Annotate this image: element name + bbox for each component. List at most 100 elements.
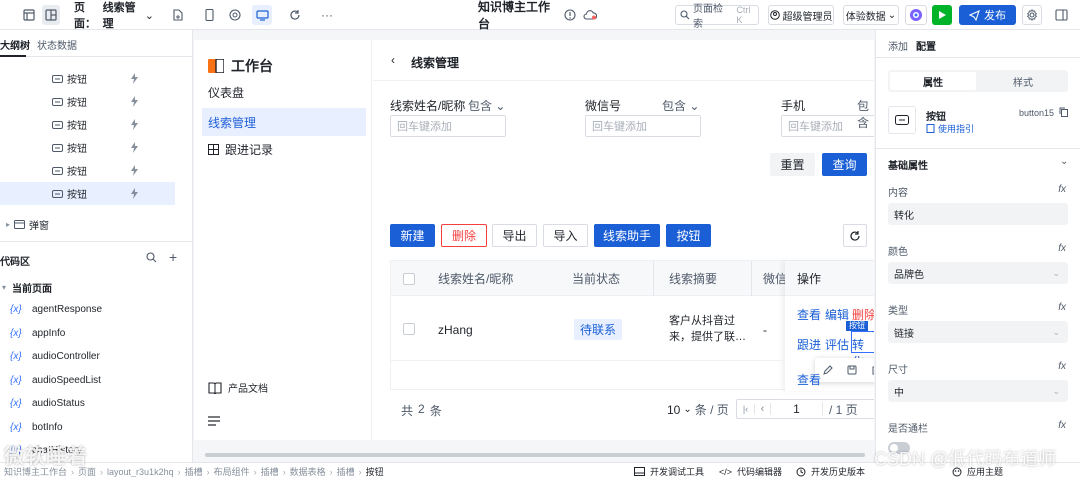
query-button[interactable]: 查询 xyxy=(822,153,867,176)
filter-input-wechat[interactable]: 回车键添加 xyxy=(585,115,701,137)
new-page-icon[interactable] xyxy=(168,5,186,25)
property-select[interactable]: 链接 ⌄ xyxy=(888,321,1068,343)
tree-item-button[interactable]: 按钮 xyxy=(0,136,175,159)
reset-button[interactable]: 重置 xyxy=(770,153,815,176)
column-header-name[interactable]: 线索姓名/昵称 xyxy=(438,261,513,296)
save-icon[interactable] xyxy=(847,365,857,375)
tree-item-button[interactable]: 按钮 xyxy=(0,67,175,90)
current-page-input[interactable]: 1 xyxy=(771,402,823,416)
current-page-group[interactable]: ▾ 当前页面 xyxy=(2,280,52,295)
desktop-view-icon[interactable] xyxy=(252,5,272,25)
miniprogram-view-icon[interactable] xyxy=(226,5,244,25)
copy-icon[interactable] xyxy=(1059,107,1068,117)
new-button[interactable]: 新建 xyxy=(390,224,435,247)
tree-item-button[interactable]: 按钮 xyxy=(0,113,175,136)
action-evaluate[interactable]: 评估 xyxy=(825,336,849,353)
action-view[interactable]: 查看 xyxy=(797,306,821,323)
variable-item[interactable]: {x} botInfo xyxy=(10,416,63,439)
back-chevron-icon[interactable]: ‹ xyxy=(391,53,395,67)
column-header-status[interactable]: 当前状态 xyxy=(572,261,620,296)
row-checkbox[interactable] xyxy=(403,323,415,335)
dev-debug-button[interactable]: 开发调试工具 xyxy=(634,465,704,477)
selected-component-outline[interactable]: 按钮 转化 xyxy=(846,321,874,369)
filter-input-name[interactable]: 回车键添加 xyxy=(390,115,506,137)
tree-item-button[interactable]: 按钮 xyxy=(0,182,175,205)
breadcrumb-item[interactable]: 按钮 xyxy=(366,465,384,477)
action-view-next-row[interactable]: 查看 xyxy=(797,371,821,388)
tab-state-data[interactable]: 状态数据 xyxy=(37,37,77,52)
code-editor-button[interactable]: </> 代码编辑器 xyxy=(719,465,782,477)
first-page-icon[interactable]: |‹ xyxy=(737,404,755,414)
nav-item-follow-up[interactable]: 跟进记录 xyxy=(202,135,366,163)
info-icon[interactable] xyxy=(562,5,578,25)
page-search-input[interactable]: 页面检索 Ctrl K xyxy=(675,4,759,30)
refresh-icon[interactable] xyxy=(286,5,304,25)
ai-assistant-icon[interactable] xyxy=(905,5,927,25)
nav-item-dashboard[interactable]: 仪表盘 xyxy=(202,78,366,106)
window-layout-icon[interactable] xyxy=(1050,5,1072,25)
prev-page-icon[interactable]: ‹ xyxy=(755,403,771,415)
event-bolt-icon[interactable] xyxy=(130,119,139,130)
variable-item[interactable]: {x} audioSpeedList xyxy=(10,369,101,392)
breadcrumb-item[interactable]: 布局组件 xyxy=(214,465,250,477)
tree-item-popup[interactable]: ▸ 弹窗 xyxy=(0,213,190,236)
content-input[interactable]: 转化 xyxy=(888,203,1068,225)
variable-item[interactable]: {x} agentResponse xyxy=(10,298,102,321)
event-bolt-icon[interactable] xyxy=(130,96,139,107)
fx-expression-icon[interactable]: fx xyxy=(1058,302,1066,313)
breadcrumb-item[interactable]: 插槽 xyxy=(337,465,355,477)
filter-op-name[interactable]: 包含 ⌄ xyxy=(468,97,505,114)
layout-toggle-icon[interactable] xyxy=(42,5,60,25)
tab-config[interactable]: 配置 xyxy=(916,38,936,53)
export-button[interactable]: 导出 xyxy=(492,224,537,247)
breadcrumb-item[interactable]: 插槽 xyxy=(185,465,203,477)
horizontal-scrollbar[interactable] xyxy=(205,453,865,457)
menu-icon[interactable] xyxy=(208,416,220,426)
copy-icon[interactable] xyxy=(871,365,874,375)
import-button[interactable]: 导入 xyxy=(543,224,588,247)
event-bolt-icon[interactable] xyxy=(130,165,139,176)
refresh-table-button[interactable] xyxy=(843,224,867,247)
variable-item[interactable]: {x} audioStatus xyxy=(10,392,85,415)
publish-button[interactable]: 发布 xyxy=(959,5,1016,25)
fx-expression-icon[interactable]: fx xyxy=(1058,184,1066,195)
add-icon[interactable]: + xyxy=(169,249,177,265)
tree-item-button[interactable]: 按钮 xyxy=(0,159,175,182)
lead-assistant-button[interactable]: 线索助手 xyxy=(594,224,660,247)
variable-item[interactable]: {x} audioController xyxy=(10,345,100,368)
search-icon[interactable] xyxy=(146,252,157,263)
breadcrumb-item[interactable]: 数据表格 xyxy=(290,465,326,477)
filter-op-wechat[interactable]: 包含 ⌄ xyxy=(662,97,699,114)
column-header-wechat[interactable]: 微信 xyxy=(763,261,787,296)
custom-button[interactable]: 按钮 xyxy=(666,224,711,247)
select-all-checkbox[interactable] xyxy=(403,273,415,285)
chevron-down-icon[interactable]: ⌄ xyxy=(1060,156,1068,167)
breadcrumb-item[interactable]: 插槽 xyxy=(261,465,279,477)
event-bolt-icon[interactable] xyxy=(130,73,139,84)
event-bolt-icon[interactable] xyxy=(130,142,139,153)
fx-expression-icon[interactable]: fx xyxy=(1058,243,1066,254)
property-select[interactable]: 品牌色 ⌄ xyxy=(888,262,1068,284)
data-mode-select[interactable]: 体验数据 ⌄ xyxy=(843,5,899,25)
nav-item-leads[interactable]: 线索管理 xyxy=(202,108,366,136)
subtab-properties[interactable]: 属性 xyxy=(890,72,976,90)
more-icon[interactable]: ··· xyxy=(318,5,336,25)
tree-item-button[interactable]: 按钮 xyxy=(0,90,175,113)
mobile-view-icon[interactable] xyxy=(200,5,218,25)
history-button[interactable]: 开发历史版本 xyxy=(796,465,865,477)
variable-item[interactable]: {x} appInfo xyxy=(10,322,65,345)
settings-icon[interactable] xyxy=(1022,5,1042,25)
fx-expression-icon[interactable]: fx xyxy=(1058,361,1066,372)
event-bolt-icon[interactable] xyxy=(130,188,139,199)
property-select[interactable]: 中 ⌄ xyxy=(888,380,1068,402)
preview-play-button[interactable] xyxy=(932,5,952,25)
tab-outline-tree[interactable]: 大纲树 xyxy=(0,37,30,52)
breadcrumb-item[interactable]: layout_r3u1k2hq xyxy=(107,467,174,477)
subtab-styles[interactable]: 样式 xyxy=(980,72,1066,90)
filter-input-phone[interactable]: 回车键添加 xyxy=(781,115,874,137)
fx-expression-icon[interactable]: fx xyxy=(1058,420,1066,431)
product-docs-link[interactable]: 产品文档 xyxy=(208,380,268,395)
column-header-summary[interactable]: 线索摘要 xyxy=(669,261,717,296)
cloud-sync-icon[interactable] xyxy=(582,5,598,25)
user-role-button[interactable]: 超级管理员 xyxy=(768,5,834,25)
